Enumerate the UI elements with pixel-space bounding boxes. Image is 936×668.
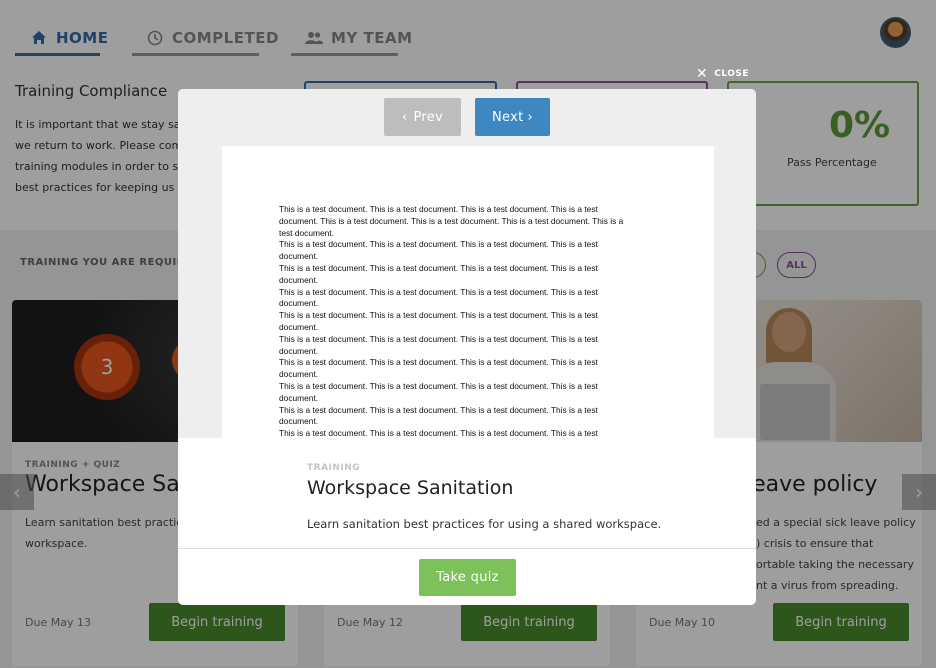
chevron-left-icon: ‹ <box>401 109 408 125</box>
document-line: This is a test document. This is a test … <box>279 310 598 321</box>
document-viewer: ‹ Prev Next › This is a test document. T… <box>178 89 756 438</box>
document-line: This is a test document. This is a test … <box>279 286 598 297</box>
training-type-tag: TRAINING <box>307 463 361 473</box>
document-line: document. <box>279 392 319 403</box>
training-description: Learn sanitation best practices for usin… <box>307 517 662 531</box>
document-line: This is a test document. This is a test … <box>279 428 598 438</box>
document-line: document. <box>279 345 319 356</box>
document-text: This is a test document. This is a test … <box>279 204 649 438</box>
document-line: document. <box>279 274 319 285</box>
close-button[interactable]: ✕ CLOSE <box>696 66 749 82</box>
document-line: document. This is a test document. This … <box>279 215 624 226</box>
document-line: document. <box>279 251 319 262</box>
document-line: document. <box>279 298 319 309</box>
document-line: This is a test document. This is a test … <box>279 380 598 391</box>
prev-page-button[interactable]: ‹ Prev <box>384 98 461 136</box>
close-icon: ✕ <box>696 66 709 82</box>
training-modal: ‹ Prev Next › This is a test document. T… <box>178 89 756 605</box>
training-info: TRAINING Workspace Sanitation Learn sani… <box>178 438 756 549</box>
close-label: CLOSE <box>714 69 750 79</box>
document-page[interactable]: This is a test document. This is a test … <box>222 146 714 438</box>
document-line: This is a test document. This is a test … <box>279 357 598 368</box>
document-line: test document. <box>279 227 334 238</box>
training-title: Workspace Sanitation <box>307 477 514 499</box>
document-line: This is a test document. This is a test … <box>279 404 598 415</box>
document-line: This is a test document. This is a test … <box>279 239 598 250</box>
document-line: document. <box>279 369 319 380</box>
next-label: Next <box>492 109 524 125</box>
document-line: document. <box>279 416 319 427</box>
chevron-right-icon: › <box>527 109 533 125</box>
document-line: This is a test document. This is a test … <box>279 262 598 273</box>
prev-label: Prev <box>413 109 444 125</box>
take-quiz-button[interactable]: Take quiz <box>419 559 516 596</box>
document-line: document. <box>279 321 319 332</box>
document-line: This is a test document. This is a test … <box>279 204 598 214</box>
document-line: This is a test document. This is a test … <box>279 333 598 344</box>
next-page-button[interactable]: Next › <box>475 98 550 136</box>
